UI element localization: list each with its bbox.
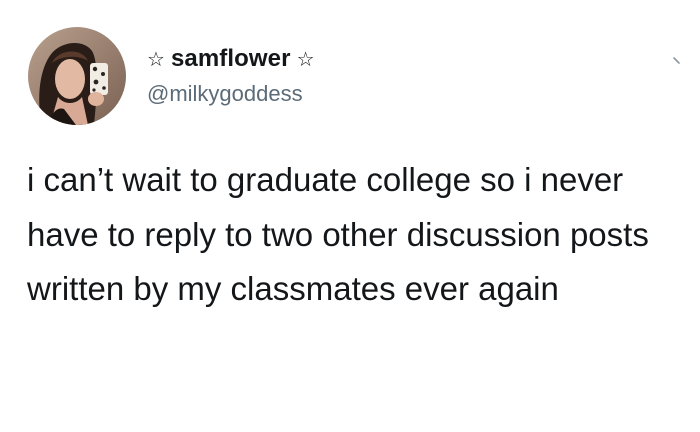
star-left-icon: ☆ [147, 47, 165, 71]
tweet-card: ☆ samflower ☆ @milkygoddess i can’t wait… [0, 0, 700, 432]
avatar-image [28, 27, 126, 125]
tweet-text: i can’t wait to graduate college so i ne… [27, 161, 649, 307]
display-name: samflower [170, 45, 291, 72]
star-right-icon: ☆ [296, 47, 315, 71]
user-info: ☆ samflower ☆ @milkygoddess [147, 42, 315, 105]
avatar[interactable] [28, 27, 126, 125]
user-handle[interactable]: @milkygoddess [147, 83, 315, 105]
chevron-down-icon[interactable] [670, 52, 686, 68]
display-name-row[interactable]: ☆ samflower ☆ [147, 42, 315, 76]
